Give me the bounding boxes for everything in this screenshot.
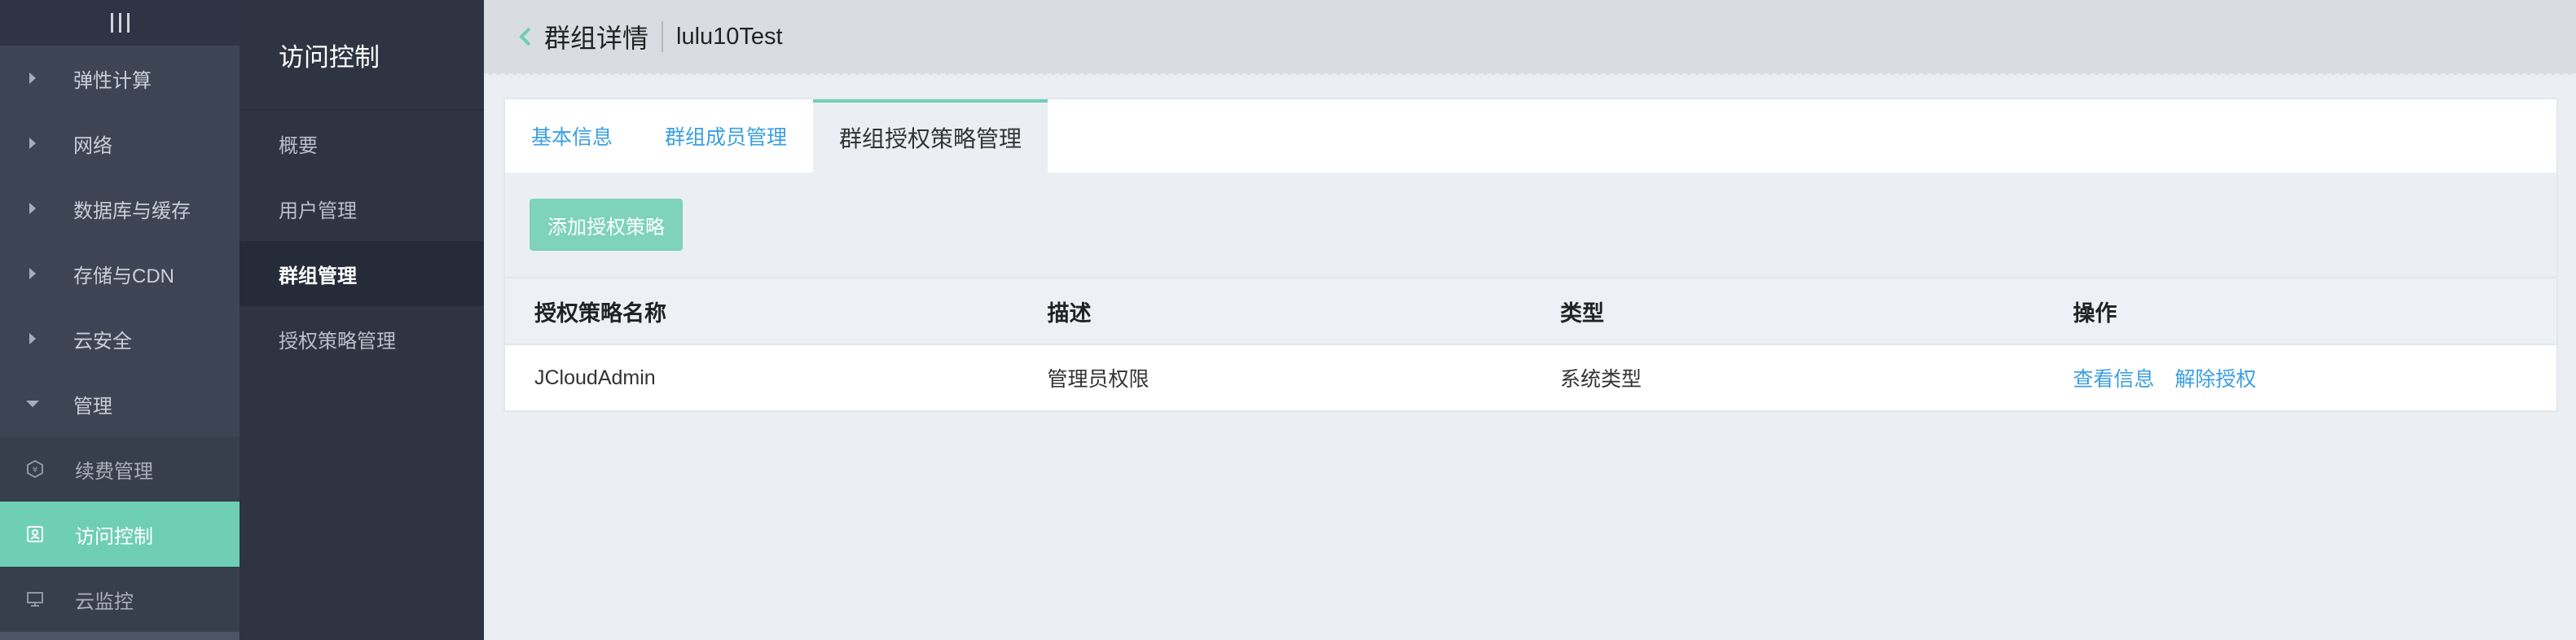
page-title: 群组详情: [544, 24, 649, 53]
chevron-left-icon: [519, 27, 531, 46]
revoke-policy-link[interactable]: 解除授权: [2174, 368, 2256, 391]
group-name: lulu10Test: [676, 23, 783, 50]
column-header-actions: 操作: [2073, 300, 2117, 326]
tab-group-members[interactable]: 群组成员管理: [639, 99, 813, 173]
sidebar-item-label: 续费管理: [75, 460, 153, 483]
chevron-right-icon: [29, 72, 36, 84]
sidebar-item-label: 访问控制: [75, 525, 153, 548]
main-sidebar: 弹性计算 网络 数据库与缓存 存储与CDN 云安全 管理 ¥ 续费管理 访问控制: [0, 0, 240, 640]
policy-table: 授权策略名称 描述 类型 操作 JCloudAdmin 管理员权限 系统类型 查…: [503, 277, 2558, 412]
menu-icon[interactable]: [110, 13, 130, 33]
policy-name-cell: JCloudAdmin: [534, 366, 656, 389]
sidebar-item-label: 网络: [73, 134, 112, 157]
table-header: 授权策略名称 描述 类型 操作: [505, 278, 2556, 345]
secondary-sidebar-title: 访问控制: [240, 0, 484, 111]
sidebar-item-policies[interactable]: 授权策略管理: [240, 306, 484, 371]
sidebar-item-users[interactable]: 用户管理: [240, 176, 484, 241]
sidebar-item-database[interactable]: 数据库与缓存: [0, 176, 240, 241]
sidebar-item-renewal[interactable]: ¥ 续费管理: [0, 436, 240, 502]
sidebar-item-network[interactable]: 网络: [0, 111, 240, 176]
toolbar: 添加授权策略: [503, 173, 2558, 277]
svg-text:¥: ¥: [33, 466, 37, 475]
monitor-icon: [24, 589, 46, 610]
policy-description-cell: 管理员权限: [1047, 368, 1150, 391]
chevron-down-icon: [26, 401, 39, 407]
tab-group-policies[interactable]: 群组授权策略管理: [813, 99, 1048, 173]
sidebar-footer-strip: [0, 632, 240, 640]
column-header-name: 授权策略名称: [534, 300, 666, 326]
sidebar-item-management[interactable]: 管理: [0, 371, 240, 436]
add-policy-button[interactable]: 添加授权策略: [530, 199, 683, 251]
policy-actions-cell: 查看信息 解除授权: [2044, 363, 2557, 392]
tab-bar: 基本信息 群组成员管理 群组授权策略管理: [503, 98, 2558, 173]
secondary-sidebar: 访问控制 概要 用户管理 群组管理 授权策略管理: [240, 0, 484, 640]
sidebar-toggle[interactable]: [0, 0, 240, 46]
back-button[interactable]: [513, 24, 538, 49]
column-header-type: 类型: [1560, 300, 1604, 326]
yen-icon: ¥: [24, 458, 46, 480]
policy-type-cell: 系统类型: [1560, 368, 1642, 391]
sidebar-item-label: 云安全: [73, 330, 132, 353]
chevron-right-icon: [29, 268, 36, 279]
chevron-right-icon: [29, 333, 36, 344]
content-card: 基本信息 群组成员管理 群组授权策略管理 添加授权策略 授权策略名称 描述 类型…: [503, 98, 2558, 412]
sidebar-item-label: 管理: [73, 395, 112, 418]
tab-basic-info[interactable]: 基本信息: [505, 99, 639, 173]
sidebar-item-label: 存储与CDN: [73, 265, 174, 287]
management-submenu: ¥ 续费管理 访问控制 云监控: [0, 436, 240, 632]
sidebar-item-label: 数据库与缓存: [73, 199, 191, 222]
chevron-right-icon: [29, 138, 36, 149]
sidebar-item-label: 云监控: [75, 590, 134, 613]
sidebar-item-overview[interactable]: 概要: [240, 111, 484, 176]
page-header: 群组详情 lulu10Test: [484, 0, 2576, 75]
sidebar-item-security[interactable]: 云安全: [0, 306, 240, 371]
table-row: JCloudAdmin 管理员权限 系统类型 查看信息 解除授权: [505, 345, 2556, 410]
sidebar-item-monitor[interactable]: 云监控: [0, 567, 240, 632]
view-info-link[interactable]: 查看信息: [2073, 368, 2155, 391]
column-header-description: 描述: [1047, 300, 1092, 326]
sidebar-item-label: 弹性计算: [73, 69, 152, 92]
sidebar-item-elastic-compute[interactable]: 弹性计算: [0, 46, 240, 111]
sidebar-item-storage[interactable]: 存储与CDN: [0, 241, 240, 306]
chevron-right-icon: [29, 203, 36, 214]
sidebar-item-groups[interactable]: 群组管理: [240, 241, 484, 306]
sidebar-item-access-control[interactable]: 访问控制: [0, 502, 240, 567]
header-divider: [662, 21, 664, 52]
user-card-icon: [24, 524, 46, 545]
